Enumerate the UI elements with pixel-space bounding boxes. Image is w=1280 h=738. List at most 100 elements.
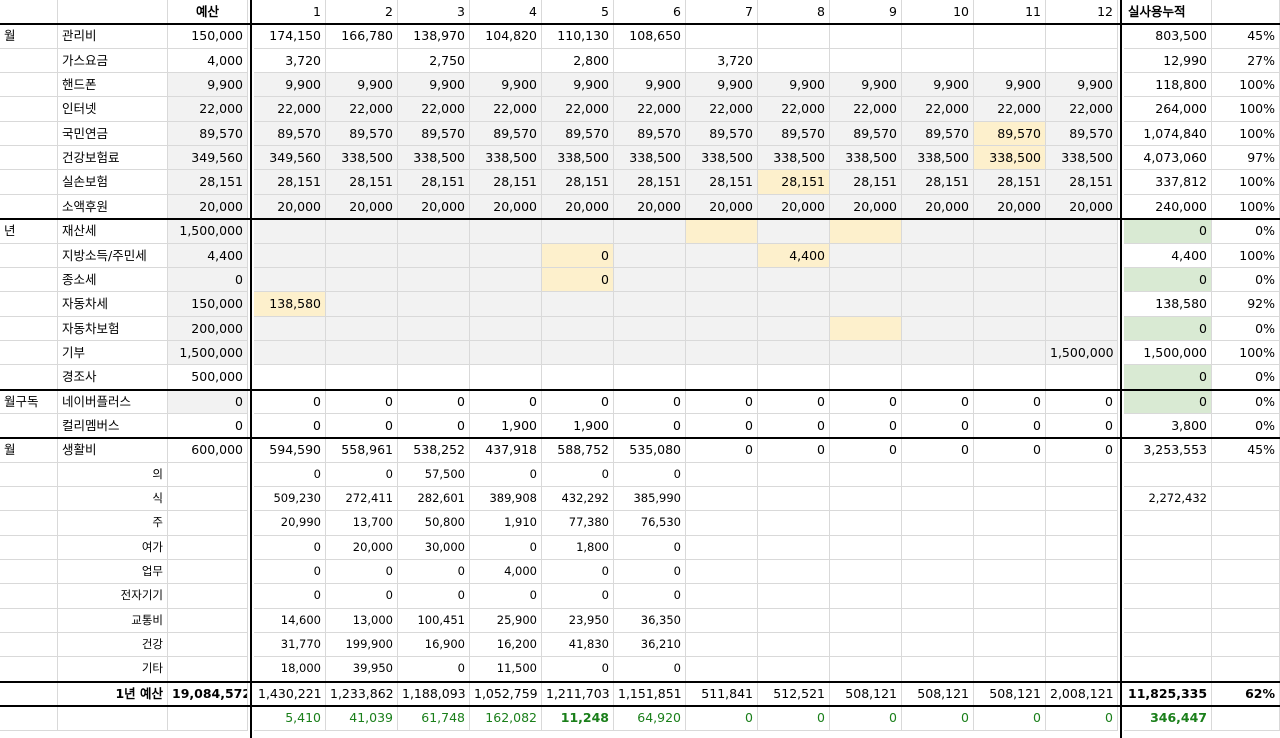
row-label-cell[interactable]: 업무	[58, 560, 168, 584]
row-group-cell[interactable]: 년	[0, 219, 58, 244]
row-month-cell[interactable]: 20,000	[974, 195, 1046, 219]
row-month-cell[interactable]: 9,900	[542, 73, 614, 97]
row-pct-cell[interactable]	[1212, 633, 1280, 657]
row-month-cell[interactable]: 13,700	[326, 511, 398, 536]
row-month-cell[interactable]	[902, 584, 974, 609]
row-month-cell[interactable]: 0	[326, 390, 398, 414]
diff-month-cell[interactable]: 0	[1046, 706, 1118, 731]
row-month-cell[interactable]: 28,151	[254, 170, 326, 195]
row-month-cell[interactable]: 100,451	[398, 609, 470, 633]
row-month-cell[interactable]	[830, 633, 902, 657]
row-budget-cell[interactable]: 4,000	[168, 49, 248, 73]
row-month-cell[interactable]: 22,000	[902, 97, 974, 122]
header-month-11[interactable]: 11	[974, 0, 1046, 24]
row-budget-cell[interactable]: 600,000	[168, 438, 248, 463]
row-label-cell[interactable]: 실손보험	[58, 170, 168, 195]
row-month-cell[interactable]: 39,950	[326, 657, 398, 682]
row-month-cell[interactable]	[1046, 609, 1118, 633]
row-month-cell[interactable]: 0	[830, 414, 902, 438]
summary-month-cell[interactable]: 1,151,851	[614, 682, 686, 706]
row-month-cell[interactable]	[254, 365, 326, 390]
row-pct-cell[interactable]: 0%	[1212, 317, 1280, 341]
row-month-cell[interactable]	[902, 219, 974, 244]
row-month-cell[interactable]: 0	[542, 390, 614, 414]
row-month-cell[interactable]: 0	[830, 390, 902, 414]
row-month-cell[interactable]	[470, 268, 542, 292]
row-budget-cell[interactable]: 28,151	[168, 170, 248, 195]
row-month-cell[interactable]: 89,570	[974, 122, 1046, 146]
row-month-cell[interactable]	[614, 49, 686, 73]
row-month-cell[interactable]: 0	[254, 390, 326, 414]
row-budget-cell[interactable]: 0	[168, 390, 248, 414]
row-group-cell[interactable]	[0, 487, 58, 511]
row-month-cell[interactable]: 22,000	[758, 97, 830, 122]
row-month-cell[interactable]: 20,000	[398, 195, 470, 219]
row-month-cell[interactable]	[974, 633, 1046, 657]
row-month-cell[interactable]: 3,720	[686, 49, 758, 73]
row-month-cell[interactable]: 174,150	[254, 24, 326, 49]
row-total-cell[interactable]: 4,073,060	[1124, 146, 1212, 170]
row-month-cell[interactable]: 89,570	[830, 122, 902, 146]
row-label-cell[interactable]: 소액후원	[58, 195, 168, 219]
diff-blank-budget[interactable]	[168, 706, 248, 731]
row-month-cell[interactable]	[326, 292, 398, 317]
row-group-cell[interactable]	[0, 657, 58, 682]
row-budget-cell[interactable]: 150,000	[168, 24, 248, 49]
row-month-cell[interactable]: 0	[758, 414, 830, 438]
summary-month-cell[interactable]: 2,008,121	[1046, 682, 1118, 706]
row-month-cell[interactable]: 558,961	[326, 438, 398, 463]
row-month-cell[interactable]	[614, 292, 686, 317]
row-month-cell[interactable]	[974, 317, 1046, 341]
row-pct-cell[interactable]: 100%	[1212, 244, 1280, 268]
row-month-cell[interactable]: 0	[974, 438, 1046, 463]
row-month-cell[interactable]	[1046, 633, 1118, 657]
row-month-cell[interactable]	[326, 341, 398, 365]
diff-month-cell[interactable]: 5,410	[254, 706, 326, 731]
row-month-cell[interactable]: 20,000	[326, 536, 398, 560]
row-month-cell[interactable]: 0	[542, 244, 614, 268]
row-month-cell[interactable]: 20,000	[326, 195, 398, 219]
row-month-cell[interactable]: 338,500	[614, 146, 686, 170]
row-month-cell[interactable]: 1,500,000	[1046, 341, 1118, 365]
diff-month-cell[interactable]: 64,920	[614, 706, 686, 731]
row-month-cell[interactable]	[758, 49, 830, 73]
header-blank-pct[interactable]	[1212, 0, 1280, 24]
row-label-cell[interactable]: 인터넷	[58, 97, 168, 122]
row-month-cell[interactable]	[326, 268, 398, 292]
row-label-cell[interactable]: 주	[58, 511, 168, 536]
row-month-cell[interactable]	[974, 584, 1046, 609]
row-month-cell[interactable]	[470, 292, 542, 317]
row-month-cell[interactable]: 0	[758, 438, 830, 463]
row-month-cell[interactable]	[974, 463, 1046, 487]
row-label-cell[interactable]: 생활비	[58, 438, 168, 463]
row-label-cell[interactable]: 건강보험료	[58, 146, 168, 170]
row-month-cell[interactable]	[758, 463, 830, 487]
diff-month-cell[interactable]: 0	[902, 706, 974, 731]
row-total-cell[interactable]	[1124, 560, 1212, 584]
row-pct-cell[interactable]	[1212, 560, 1280, 584]
row-budget-cell[interactable]: 20,000	[168, 195, 248, 219]
row-month-cell[interactable]: 437,918	[470, 438, 542, 463]
row-month-cell[interactable]: 0	[542, 268, 614, 292]
row-month-cell[interactable]	[974, 24, 1046, 49]
row-month-cell[interactable]: 41,830	[542, 633, 614, 657]
summary-month-cell[interactable]: 511,841	[686, 682, 758, 706]
row-month-cell[interactable]	[254, 268, 326, 292]
row-month-cell[interactable]	[1046, 49, 1118, 73]
row-month-cell[interactable]	[974, 292, 1046, 317]
row-month-cell[interactable]: 110,130	[542, 24, 614, 49]
row-month-cell[interactable]: 28,151	[902, 170, 974, 195]
row-month-cell[interactable]	[830, 511, 902, 536]
row-month-cell[interactable]	[902, 317, 974, 341]
row-month-cell[interactable]: 1,900	[542, 414, 614, 438]
row-month-cell[interactable]	[686, 24, 758, 49]
row-month-cell[interactable]: 89,570	[470, 122, 542, 146]
summary-month-cell[interactable]: 1,052,759	[470, 682, 542, 706]
row-month-cell[interactable]	[470, 365, 542, 390]
row-budget-cell[interactable]: 22,000	[168, 97, 248, 122]
row-month-cell[interactable]: 20,000	[542, 195, 614, 219]
row-pct-cell[interactable]	[1212, 463, 1280, 487]
row-month-cell[interactable]: 108,650	[614, 24, 686, 49]
row-month-cell[interactable]	[758, 633, 830, 657]
row-month-cell[interactable]: 0	[326, 463, 398, 487]
